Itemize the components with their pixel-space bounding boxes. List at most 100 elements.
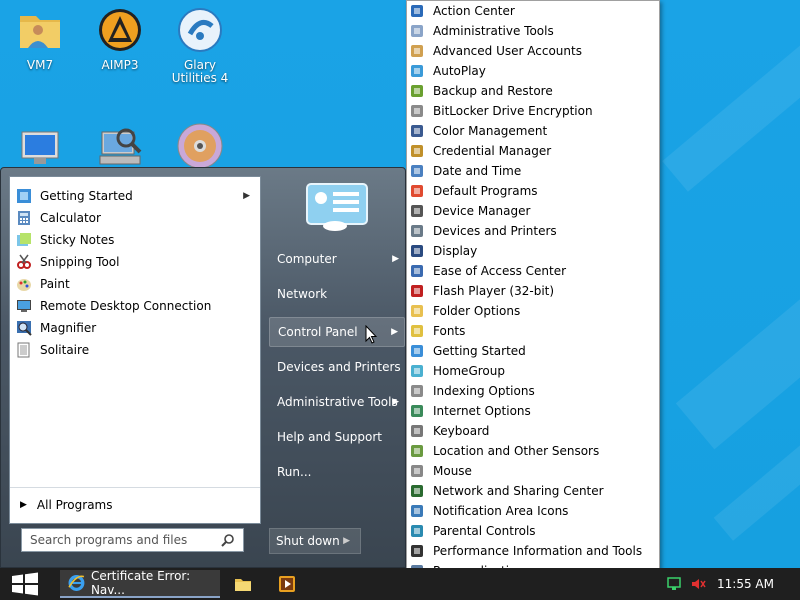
program-remote-desktop[interactable]: Remote Desktop Connection [10, 295, 260, 317]
start-devices-printers[interactable]: Devices and Printers [269, 352, 405, 382]
control-panel-submenu: Action Center Administrative Tools Advance… [406, 0, 660, 590]
start-network[interactable]: Network [269, 279, 405, 309]
start-run[interactable]: Run... [269, 457, 405, 487]
start-administrative-tools[interactable]: Administrative Tools ▶ [269, 387, 405, 417]
control-panel-item-label: Indexing Options [433, 384, 535, 398]
control-panel-item-label: Performance Information and Tools [433, 544, 643, 558]
sticky-notes-icon [17, 233, 31, 246]
location-sensors-icon [411, 445, 423, 457]
start-item-label: Control Panel [278, 325, 358, 339]
network-icon[interactable] [666, 576, 682, 592]
clock[interactable]: 11:55 AM [717, 577, 774, 591]
control-panel-item[interactable]: Location and Other Sensors [407, 441, 659, 461]
devices-printers-icon [411, 225, 423, 237]
default-programs-icon [411, 185, 423, 197]
folder-icon [235, 579, 251, 591]
control-panel-item[interactable]: Parental Controls [407, 521, 659, 541]
program-label: Magnifier [40, 321, 97, 335]
shutdown-button[interactable]: Shut down ▶ [269, 528, 361, 554]
program-paint[interactable]: Paint [10, 273, 260, 295]
desktop-icon-glary-utilities[interactable]: Glary Utilities 4 [160, 6, 240, 85]
volume-muted-icon[interactable] [690, 576, 706, 592]
program-label: Calculator [40, 211, 101, 225]
desktop-icon-aimp3[interactable]: AIMP3 [80, 6, 160, 72]
all-programs-button[interactable]: ▶ All Programs [10, 487, 260, 521]
control-panel-item[interactable]: Network and Sharing Center [407, 481, 659, 501]
system-tray: 11:55 AM [660, 568, 800, 600]
program-snipping-tool[interactable]: Snipping Tool [10, 251, 260, 273]
mouse-cursor-icon [365, 325, 377, 344]
control-panel-item[interactable]: Credential Manager [407, 141, 659, 161]
control-panel-item[interactable]: Display [407, 241, 659, 261]
program-label: Solitaire [40, 343, 90, 357]
control-panel-item[interactable]: HomeGroup [407, 361, 659, 381]
control-panel-item[interactable]: Device Manager [407, 201, 659, 221]
network-sharing-icon [411, 485, 423, 497]
control-panel-item[interactable]: Ease of Access Center [407, 261, 659, 281]
control-panel-item-label: Notification Area Icons [433, 504, 569, 518]
search-computer-icon [99, 128, 142, 165]
control-panel-item[interactable]: Action Center [407, 1, 659, 21]
submenu-arrow-icon: ▶ [391, 327, 398, 337]
chevron-right-icon[interactable]: ▶ [343, 536, 350, 546]
fonts-icon [411, 325, 423, 337]
start-computer[interactable]: Computer ▶ [269, 244, 405, 274]
control-panel-item-label: Date and Time [433, 164, 522, 178]
start-item-label: Network [277, 287, 328, 301]
control-panel-item[interactable]: Indexing Options [407, 381, 659, 401]
indexing-options-icon [411, 385, 423, 397]
start-menu-right-pane: Computer ▶ Network Control Panel ▶ Devic… [269, 168, 407, 568]
action-center-icon [411, 5, 423, 17]
internet-options-icon [411, 405, 423, 417]
taskbar-explorer[interactable] [226, 570, 262, 598]
getting-started-icon [411, 345, 423, 357]
control-panel-item[interactable]: Date and Time [407, 161, 659, 181]
disc-icon [177, 123, 223, 169]
control-panel-item[interactable]: Administrative Tools [407, 21, 659, 41]
start-control-panel[interactable]: Control Panel ▶ [269, 317, 405, 347]
control-panel-item-label: Credential Manager [433, 144, 552, 158]
control-panel-item[interactable]: Internet Options [407, 401, 659, 421]
control-panel-item-label: HomeGroup [433, 364, 505, 378]
control-panel-item[interactable]: Performance Information and Tools [407, 541, 659, 561]
control-panel-item[interactable]: Fonts [407, 321, 659, 341]
control-panel-item-label: Network and Sharing Center [433, 484, 604, 498]
desktop-icon-vm7[interactable]: VM7 [0, 6, 80, 72]
control-panel-item[interactable]: Getting Started [407, 341, 659, 361]
control-panel-item[interactable]: Devices and Printers [407, 221, 659, 241]
control-panel-item[interactable]: Folder Options [407, 301, 659, 321]
submenu-arrow-icon: ▶ [243, 191, 250, 201]
paint-icon [17, 279, 31, 291]
program-sticky-notes[interactable]: Sticky Notes [10, 229, 260, 251]
remote-desktop-icon [17, 300, 31, 312]
taskbar-media-player[interactable] [270, 570, 306, 598]
control-panel-item-label: Internet Options [433, 404, 531, 418]
program-getting-started[interactable]: Getting Started ▶ [10, 185, 260, 207]
search-box[interactable] [21, 528, 244, 552]
program-magnifier[interactable]: Magnifier [10, 317, 260, 339]
control-panel-item[interactable]: Color Management [407, 121, 659, 141]
control-panel-item[interactable]: Notification Area Icons [407, 501, 659, 521]
control-panel-item[interactable]: Mouse [407, 461, 659, 481]
credential-manager-icon [411, 145, 423, 157]
control-panel-item[interactable]: Backup and Restore [407, 81, 659, 101]
control-panel-item[interactable]: Default Programs [407, 181, 659, 201]
windows-start-button[interactable] [8, 572, 42, 596]
control-panel-item[interactable]: Flash Player (32-bit) [407, 281, 659, 301]
search-input[interactable] [30, 533, 215, 547]
control-panel-item[interactable]: Keyboard [407, 421, 659, 441]
chevron-right-icon: ▶ [20, 499, 27, 510]
taskbar-window-title: Certificate Error: Nav... [90, 569, 191, 597]
parental-controls-icon [411, 525, 423, 537]
program-calculator[interactable]: Calculator [10, 207, 260, 229]
control-panel-item-label: Display [433, 244, 478, 258]
start-help-support[interactable]: Help and Support [269, 422, 405, 452]
control-panel-item[interactable]: Advanced User Accounts [407, 41, 659, 61]
taskbar-ie-window[interactable]: Certificate Error: Nav... [60, 569, 220, 598]
desktop-icon-label: VM7 [26, 58, 54, 72]
program-label: Paint [40, 277, 70, 291]
control-panel-item[interactable]: AutoPlay [407, 61, 659, 81]
desktop-band [662, 0, 800, 192]
control-panel-item[interactable]: BitLocker Drive Encryption [407, 101, 659, 121]
program-solitaire[interactable]: Solitaire [10, 339, 260, 361]
